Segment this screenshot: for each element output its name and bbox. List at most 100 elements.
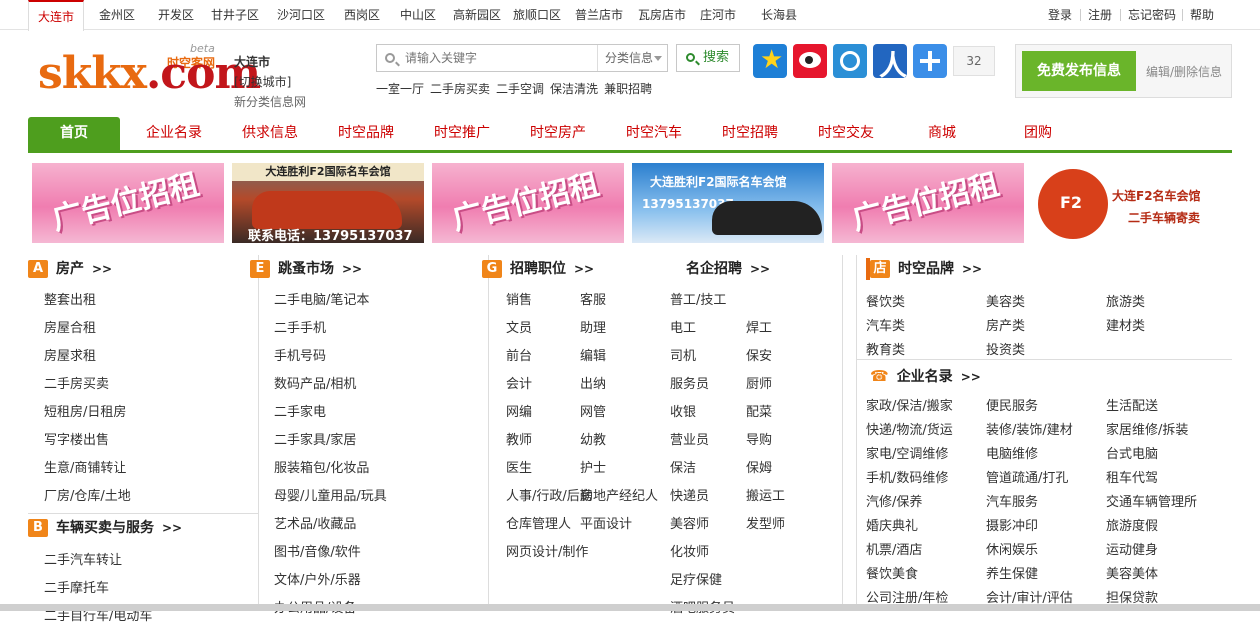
tencent-weibo-icon[interactable] (833, 44, 867, 78)
category-link[interactable]: 快递员 (670, 485, 709, 504)
search-input[interactable] (405, 47, 595, 69)
category-link[interactable]: 写字楼出售 (44, 429, 109, 448)
category-link[interactable]: 手机号码 (274, 345, 326, 364)
category-link[interactable]: 化妆师 (670, 541, 709, 560)
category-link[interactable]: 房屋求租 (44, 345, 96, 364)
category-link[interactable]: 餐饮美食 (866, 563, 918, 582)
account-link[interactable]: 登录 (1048, 0, 1072, 30)
category-link[interactable]: 平面设计 (580, 513, 632, 532)
category-link[interactable]: 服装箱包/化妆品 (274, 457, 369, 476)
category-link[interactable]: 文体/户外/乐器 (274, 569, 361, 588)
category-link[interactable]: 家电/空调维修 (866, 443, 948, 462)
section-header[interactable]: E 跳蚤市场 >> (250, 258, 362, 280)
horizontal-scrollbar[interactable] (0, 604, 1260, 611)
category-link[interactable]: 二手摩托车 (44, 577, 109, 596)
star-icon[interactable]: ★ (753, 44, 787, 78)
city-link[interactable]: 普兰店市 (568, 0, 630, 30)
nav-item[interactable]: 时空推广 (414, 117, 510, 150)
category-link[interactable]: 台式电脑 (1106, 443, 1158, 462)
category-link[interactable]: 导购 (746, 429, 772, 448)
weibo-icon[interactable] (793, 44, 827, 78)
category-link[interactable]: 交通车辆管理所 (1106, 491, 1197, 510)
hot-keyword-link[interactable]: 保洁清洗 (550, 82, 598, 96)
nav-item[interactable]: 企业名录 (126, 117, 222, 150)
category-link[interactable]: 厂房/仓库/土地 (44, 485, 131, 504)
category-link[interactable]: 美容师 (670, 513, 709, 532)
nav-item[interactable]: 商城 (894, 117, 990, 150)
nav-home[interactable]: 首页 (28, 117, 120, 150)
section-header[interactable]: B 车辆买卖与服务 >> (28, 517, 182, 539)
category-link[interactable]: 艺术品/收藏品 (274, 513, 356, 532)
ad-rent-banner[interactable]: 广告位招租 (832, 163, 1024, 243)
category-link[interactable]: 旅游类 (1106, 291, 1145, 310)
category-link[interactable]: 客服 (580, 289, 606, 308)
category-link[interactable]: 二手手机 (274, 317, 326, 336)
category-link[interactable]: 便民服务 (986, 395, 1038, 414)
city-link[interactable]: 瓦房店市 (630, 0, 694, 30)
renren-icon[interactable]: 人 (873, 44, 907, 82)
nav-item[interactable]: 供求信息 (222, 117, 318, 150)
category-link[interactable]: 教育类 (866, 339, 905, 358)
category-link[interactable]: 网管 (580, 401, 606, 420)
category-link[interactable]: 建材类 (1106, 315, 1145, 334)
category-link[interactable]: 二手电脑/笔记本 (274, 289, 369, 308)
search-category-select[interactable]: 分类信息 (597, 45, 668, 71)
city-link[interactable]: 长海县 (754, 0, 804, 30)
site-logo[interactable]: beta 时空客网 skkx.com (38, 42, 261, 102)
category-link[interactable]: 足疗保健 (670, 569, 722, 588)
hot-keyword-link[interactable]: 兼职招聘 (604, 82, 652, 96)
hot-keyword-link[interactable]: 一室一厅 (376, 82, 424, 96)
category-link[interactable]: 前台 (506, 345, 532, 364)
category-link[interactable]: 房产类 (986, 315, 1025, 334)
category-link[interactable]: 房地产经纪人 (580, 485, 658, 504)
category-link[interactable]: 营业员 (670, 429, 709, 448)
category-link[interactable]: 美容类 (986, 291, 1025, 310)
category-link[interactable]: 汽车类 (866, 315, 905, 334)
category-link[interactable]: 投资类 (986, 339, 1025, 358)
section-header[interactable]: 名企招聘 >> (686, 258, 770, 280)
category-link[interactable]: 美容美体 (1106, 563, 1158, 582)
category-link[interactable]: 普工/技工 (670, 289, 726, 308)
category-link[interactable]: 数码产品/相机 (274, 373, 356, 392)
post-free-button[interactable]: 免费发布信息 (1022, 51, 1136, 91)
category-link[interactable]: 二手房买卖 (44, 373, 109, 392)
nav-item[interactable]: 时空招聘 (702, 117, 798, 150)
category-link[interactable]: 装修/装饰/建材 (986, 419, 1073, 438)
category-link[interactable]: 房屋合租 (44, 317, 96, 336)
category-link[interactable]: 运动健身 (1106, 539, 1158, 558)
category-link[interactable]: 短租房/日租房 (44, 401, 126, 420)
category-link[interactable]: 二手家电 (274, 401, 326, 420)
nav-item[interactable]: 时空房产 (510, 117, 606, 150)
category-link[interactable]: 电工 (670, 317, 696, 336)
category-link[interactable]: 助理 (580, 317, 606, 336)
category-link[interactable]: 摄影冲印 (986, 515, 1038, 534)
f2-club-banner[interactable]: 大连F2名车会馆 二手车辆寄卖 (1032, 163, 1224, 243)
category-link[interactable]: 电脑维修 (986, 443, 1038, 462)
category-link[interactable]: 幼教 (580, 429, 606, 448)
category-link[interactable]: 图书/音像/软件 (274, 541, 361, 560)
category-link[interactable]: 网编 (506, 401, 532, 420)
category-link[interactable]: 司机 (670, 345, 696, 364)
city-link[interactable]: 庄河市 (696, 0, 740, 30)
city-link[interactable]: 沙河口区 (270, 0, 332, 30)
category-link[interactable]: 销售 (506, 289, 532, 308)
plus-share-icon[interactable] (913, 44, 947, 78)
nav-item[interactable]: 时空品牌 (318, 117, 414, 150)
category-link[interactable]: 文员 (506, 317, 532, 336)
city-link[interactable]: 甘井子区 (205, 0, 265, 30)
nav-item[interactable]: 时空交友 (798, 117, 894, 150)
category-link[interactable]: 整套出租 (44, 289, 96, 308)
city-link[interactable]: 西岗区 (335, 0, 389, 30)
nav-item[interactable]: 团购 (990, 117, 1086, 150)
section-header[interactable]: ☎ 企业名录 >> (870, 365, 981, 387)
category-link[interactable]: 出纳 (580, 373, 606, 392)
category-link[interactable]: 二手家具/家居 (274, 429, 356, 448)
category-link[interactable]: 会计 (506, 373, 532, 392)
category-link[interactable]: 餐饮类 (866, 291, 905, 310)
category-link[interactable]: 快递/物流/货运 (866, 419, 953, 438)
category-link[interactable]: 家居维修/拆装 (1106, 419, 1188, 438)
section-header[interactable]: 店时空品牌 >> (866, 258, 982, 280)
account-link[interactable]: 注册 (1088, 0, 1112, 30)
section-header[interactable]: G 招聘职位 >> (482, 258, 594, 280)
category-link[interactable]: 配菜 (746, 401, 772, 420)
